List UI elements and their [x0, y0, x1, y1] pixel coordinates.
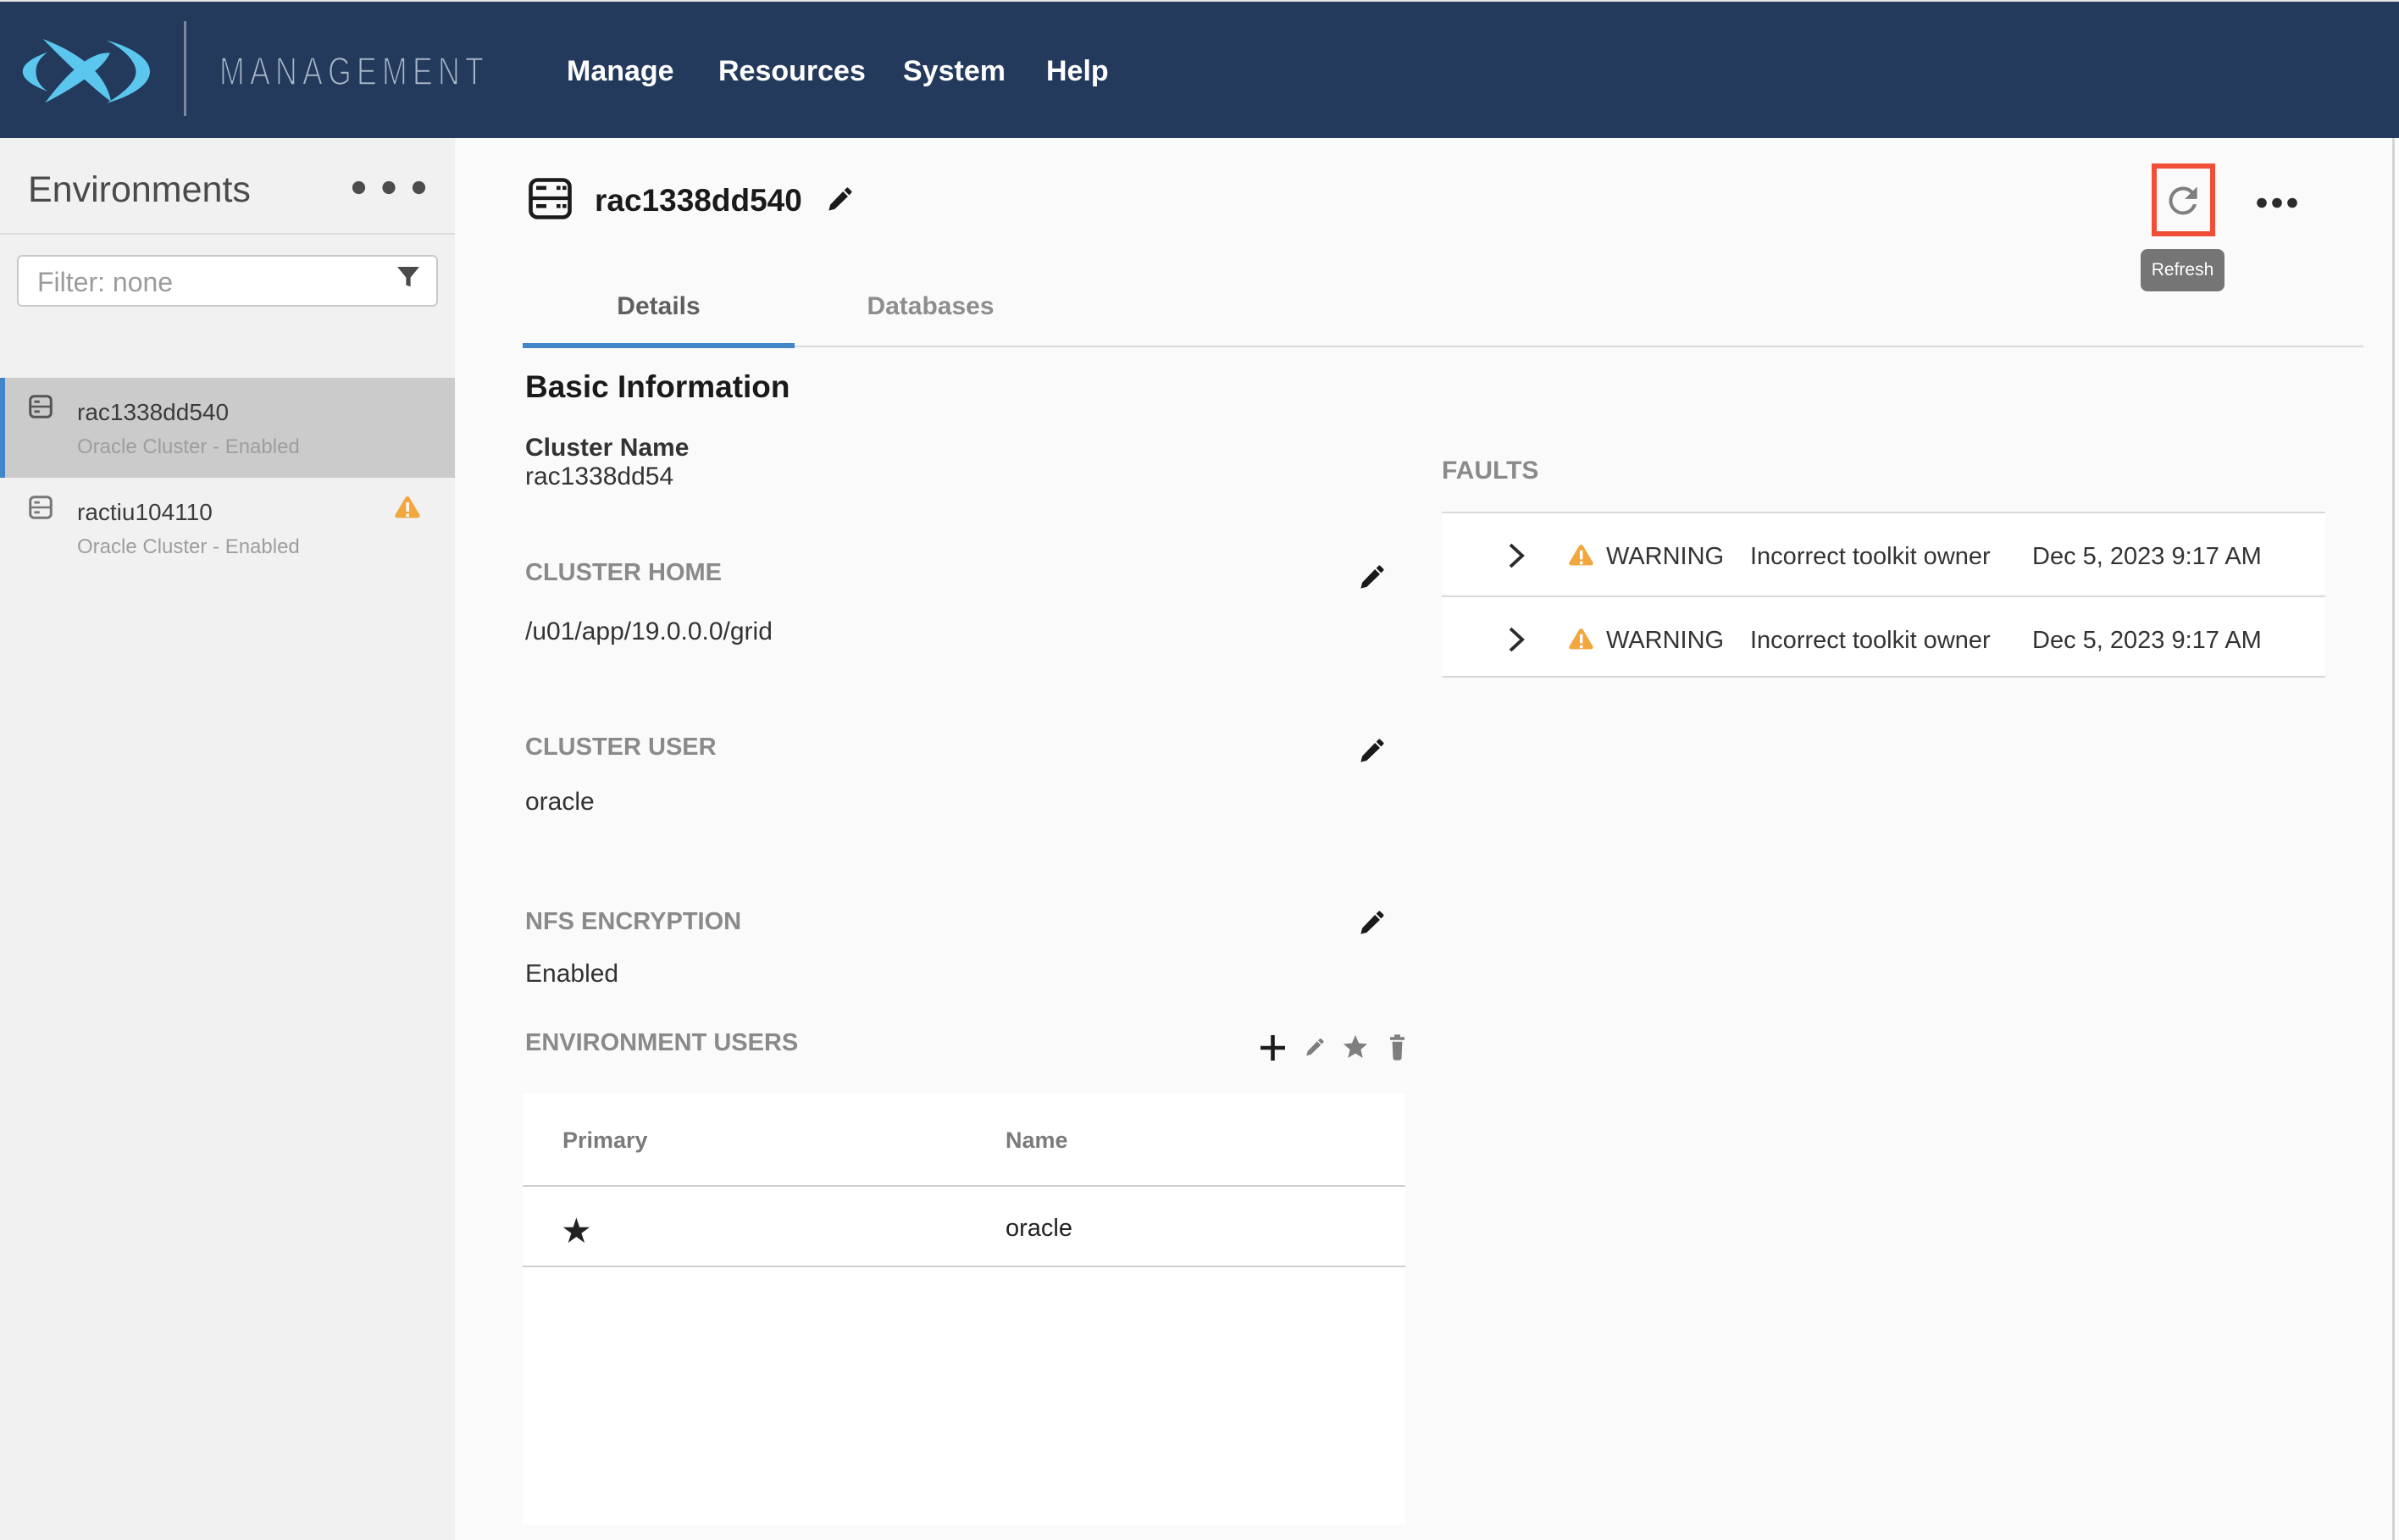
svg-text:MANAGEMENT: MANAGEMENT [219, 49, 489, 93]
